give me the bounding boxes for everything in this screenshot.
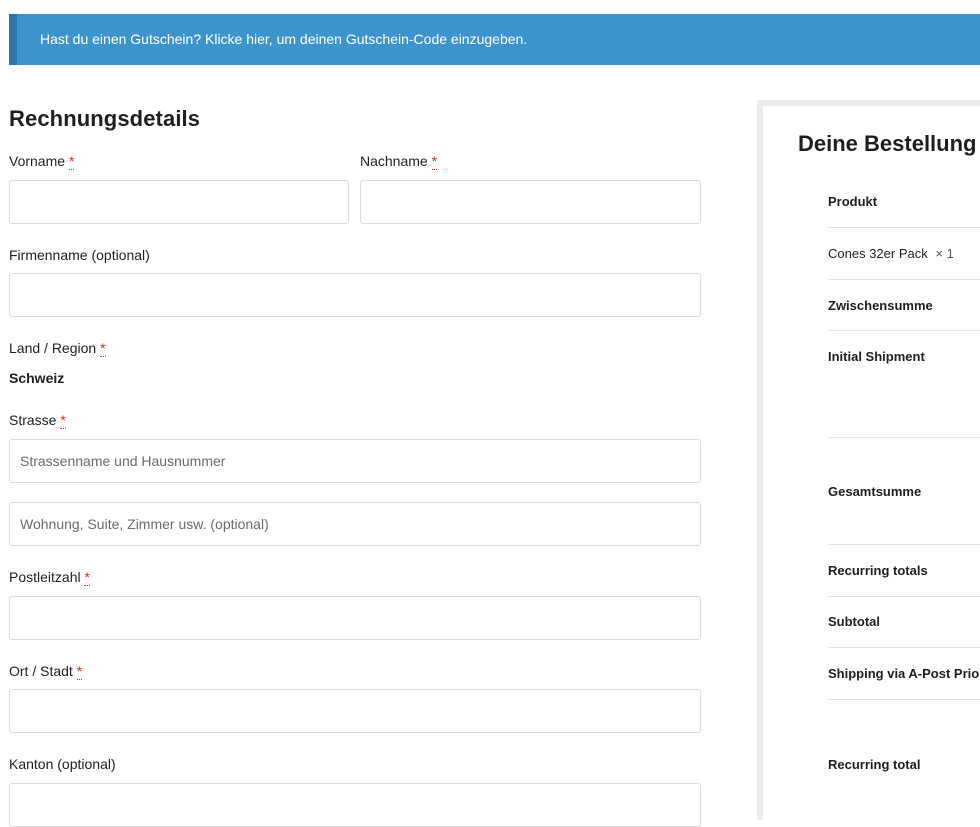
zip-field[interactable] [9,596,701,640]
last-name-label-text: Nachname [360,153,428,169]
first-name-field[interactable] [9,180,349,224]
first-name-label: Vorname * [9,153,75,170]
company-label: Firmenname (optional) [9,247,150,263]
product-column-header: Produkt [828,194,878,209]
company-field[interactable] [9,273,701,317]
coupon-notice-text[interactable]: Hast du einen Gutschein? Klicke hier, um… [40,31,527,47]
last-name-field[interactable] [360,180,701,224]
country-label-text: Land / Region [9,340,97,356]
street-field[interactable] [9,439,701,483]
billing-details-title: Rechnungsdetails [9,106,201,131]
recurring-subtotal-label: Subtotal [828,614,880,629]
required-mark: * [60,412,66,429]
city-field[interactable] [9,689,701,733]
city-label: Ort / Stadt * [9,663,83,680]
divider [828,596,980,597]
required-mark: * [100,340,106,357]
required-mark: * [84,569,90,586]
street-label: Strasse * [9,412,66,429]
required-mark: * [68,153,75,170]
street2-field[interactable] [9,502,701,546]
last-name-label: Nachname * [360,153,438,170]
country-value: Schweiz [9,370,65,386]
order-item: Cones 32er Pack × 1 [828,246,980,261]
recurring-shipping-label: Shipping via A-Post Priority [828,666,980,681]
zip-label: Postleitzahl * [9,569,90,586]
initial-shipment-label: Initial Shipment [828,349,925,364]
city-label-text: Ort / Stadt [9,663,73,679]
divider [828,437,980,438]
recurring-totals-label: Recurring totals [828,563,928,578]
subtotal-label: Zwischensumme [828,298,933,313]
canton-field[interactable] [9,783,701,827]
country-label: Land / Region * [9,340,106,357]
divider [828,647,980,648]
required-mark: * [431,153,438,170]
divider [828,699,980,700]
order-item-qty: × 1 [935,246,954,261]
divider [828,330,980,331]
required-mark: * [76,663,83,680]
divider [828,227,980,228]
coupon-notice[interactable]: Hast du einen Gutschein? Klicke hier, um… [9,14,980,65]
first-name-label-text: Vorname [9,153,66,169]
total-label: Gesamtsumme [828,484,922,499]
order-title: Deine Bestellung [798,131,977,156]
street-label-text: Strasse [9,412,57,428]
canton-label: Kanton (optional) [9,756,116,772]
zip-label-text: Postleitzahl [9,569,81,585]
divider [828,544,980,545]
recurring-total-label: Recurring total [828,757,921,772]
divider [828,279,980,280]
order-item-name: Cones 32er Pack [828,246,928,261]
